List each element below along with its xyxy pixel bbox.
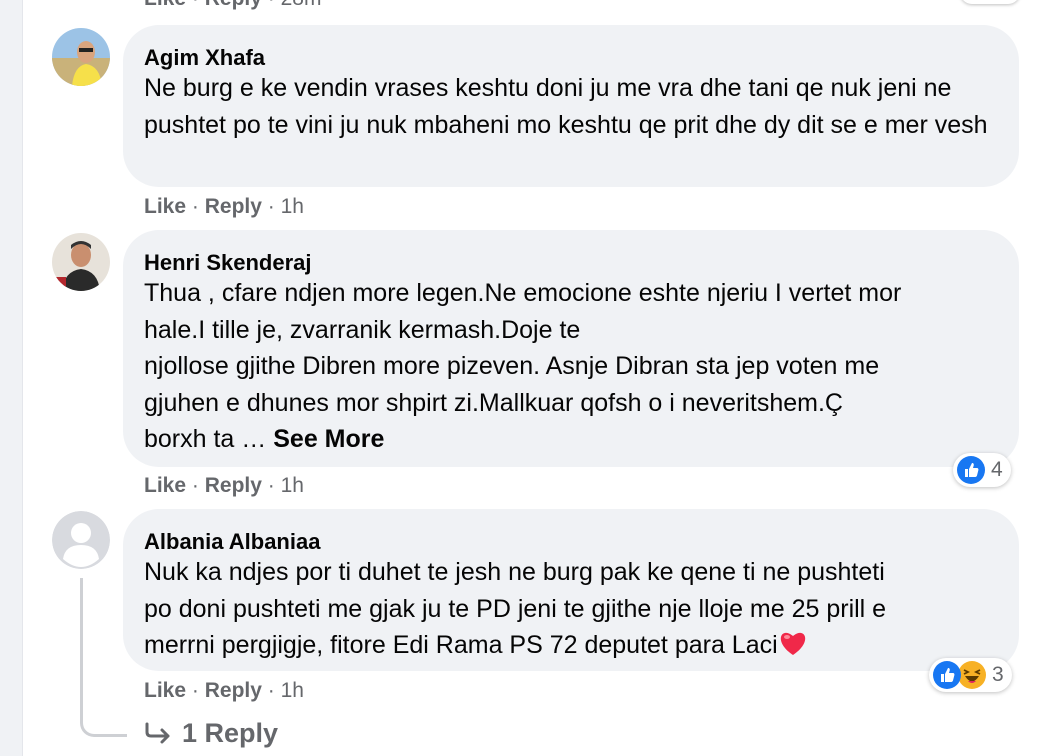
comment-author[interactable]: Albania Albaniaa (144, 529, 320, 555)
comment-text-line: Nuk ka ndjes por ti duhet te jesh ne bur… (144, 558, 885, 586)
like-link[interactable]: Like (144, 679, 186, 702)
left-sidebar-edge (0, 0, 23, 756)
comment-text-line: njollose gjithe Dibren more pizeven. Asn… (144, 352, 880, 380)
reply-link[interactable]: Reply (205, 474, 262, 497)
reply-thread-line (80, 578, 127, 737)
separator: · (191, 474, 199, 497)
reaction-count: 3 (992, 663, 1004, 686)
comment-text-line: Thua , cfare ndjen more legen.Ne emocion… (144, 279, 902, 307)
avatar-albania-albaniaa[interactable] (52, 511, 110, 569)
view-replies-link[interactable]: 1 Reply (144, 718, 278, 749)
default-avatar-icon (52, 511, 110, 569)
separator: · (267, 679, 275, 702)
like-icon (933, 661, 961, 689)
reply-link[interactable]: Reply (205, 679, 262, 702)
comment-text-line: borxh ta … See More (144, 421, 1004, 458)
separator: · (191, 679, 199, 702)
reply-link[interactable]: Reply (205, 0, 262, 10)
comment-timestamp[interactable]: 1h (281, 474, 304, 497)
comment-text: Ne burg e ke vendin vrases keshtu doni j… (144, 74, 988, 139)
avatar-henri-skenderaj[interactable] (52, 233, 110, 291)
reaction-count: 4 (991, 458, 1003, 481)
previous-comment-bubble-edge (960, 0, 1020, 4)
comment-timestamp[interactable]: 1h (281, 195, 304, 218)
avatar-photo (52, 233, 110, 291)
comment-actions: Like · Reply · 1h (144, 473, 304, 499)
comment-author[interactable]: Agim Xhafa (144, 45, 265, 71)
like-icon (957, 456, 985, 484)
see-more-link[interactable]: See More (273, 425, 384, 453)
comment-text-fragment: borxh ta … (144, 425, 267, 453)
comment-text-line: po doni pushteti me gjak ju te PD jeni t… (144, 594, 887, 623)
reaction-summary[interactable]: 4 (953, 453, 1011, 487)
comment-timestamp[interactable]: 1h (281, 679, 304, 702)
separator: · (268, 0, 275, 10)
view-replies-label: 1 Reply (182, 718, 279, 748)
comment-bubble: Agim Xhafa Ne burg e ke vendin vrases ke… (123, 25, 1019, 187)
avatar-agim-xhafa[interactable] (52, 28, 110, 86)
separator: · (191, 195, 199, 218)
reply-link[interactable]: Reply (205, 195, 262, 218)
comment-text: Thua , cfare ndjen more legen.Ne emocion… (144, 275, 1004, 458)
avatar-photo (52, 28, 110, 86)
like-link[interactable]: Like (144, 474, 186, 497)
reaction-summary[interactable]: 3 (929, 658, 1012, 692)
comment-author[interactable]: Henri Skenderaj (144, 250, 312, 276)
comment-text-line: hale.I tille je, zvarranik kermash.Doje … (144, 315, 581, 344)
comment-text-line: merrni pergjigje, fitore Edi Rama PS 72 … (144, 627, 1004, 667)
haha-icon (958, 661, 986, 689)
comment-actions: Like · Reply · 1h (144, 194, 304, 220)
separator: · (267, 474, 275, 497)
comment-actions-previous: Like · Reply · 28m (144, 0, 321, 12)
separator: · (267, 195, 275, 218)
like-link[interactable]: Like (144, 0, 186, 10)
reply-arrow-icon (144, 722, 172, 746)
comment-timestamp[interactable]: 28m (281, 0, 322, 10)
comment-text-fragment: merrni pergjigje, fitore Edi Rama PS 72 … (144, 631, 778, 659)
comment-bubble: Albania Albaniaa Nuk ka ndjes por ti duh… (123, 509, 1019, 671)
comment-text: Nuk ka ndjes por ti duhet te jesh ne bur… (144, 554, 1004, 667)
comment-actions: Like · Reply · 1h (144, 678, 304, 704)
comment-text-line: gjuhen e dhunes mor shpirt zi.Mallkuar q… (144, 388, 843, 417)
heart-emoji (779, 630, 807, 667)
comment-bubble: Henri Skenderaj Thua , cfare ndjen more … (123, 230, 1019, 467)
separator: · (192, 0, 199, 10)
like-link[interactable]: Like (144, 195, 186, 218)
